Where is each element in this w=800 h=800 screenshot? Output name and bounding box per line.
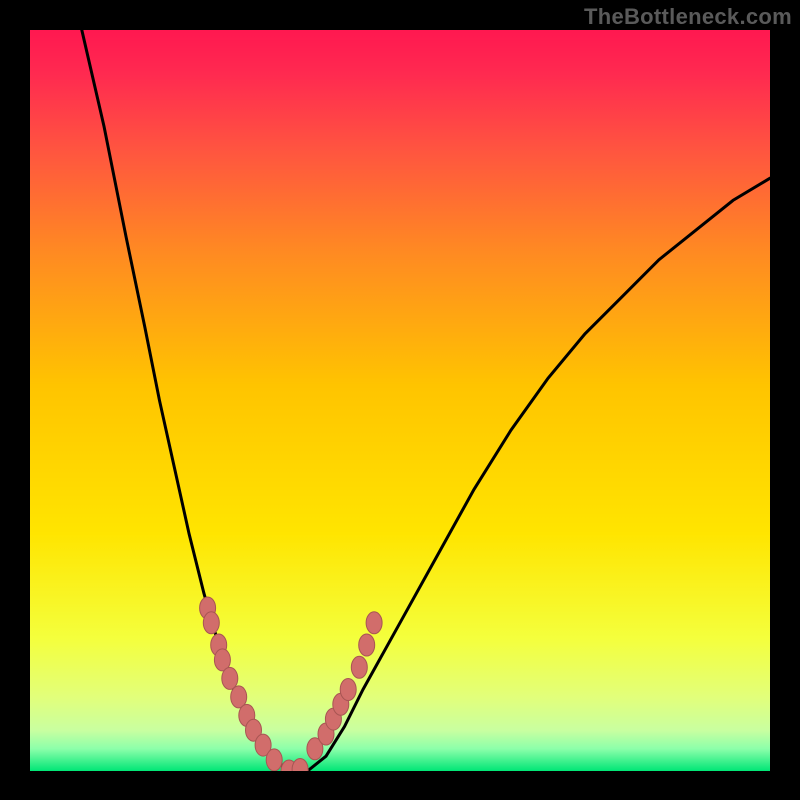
marker-point bbox=[340, 679, 356, 701]
marker-point bbox=[203, 612, 219, 634]
plot-area bbox=[30, 30, 770, 771]
watermark-text: TheBottleneck.com bbox=[584, 4, 792, 30]
marker-point bbox=[222, 667, 238, 689]
marker-point bbox=[351, 656, 367, 678]
chart-svg bbox=[30, 30, 770, 771]
marker-point bbox=[366, 612, 382, 634]
marker-point bbox=[359, 634, 375, 656]
gradient-background bbox=[30, 30, 770, 771]
chart-stage: TheBottleneck.com bbox=[0, 0, 800, 800]
marker-point bbox=[266, 749, 282, 771]
